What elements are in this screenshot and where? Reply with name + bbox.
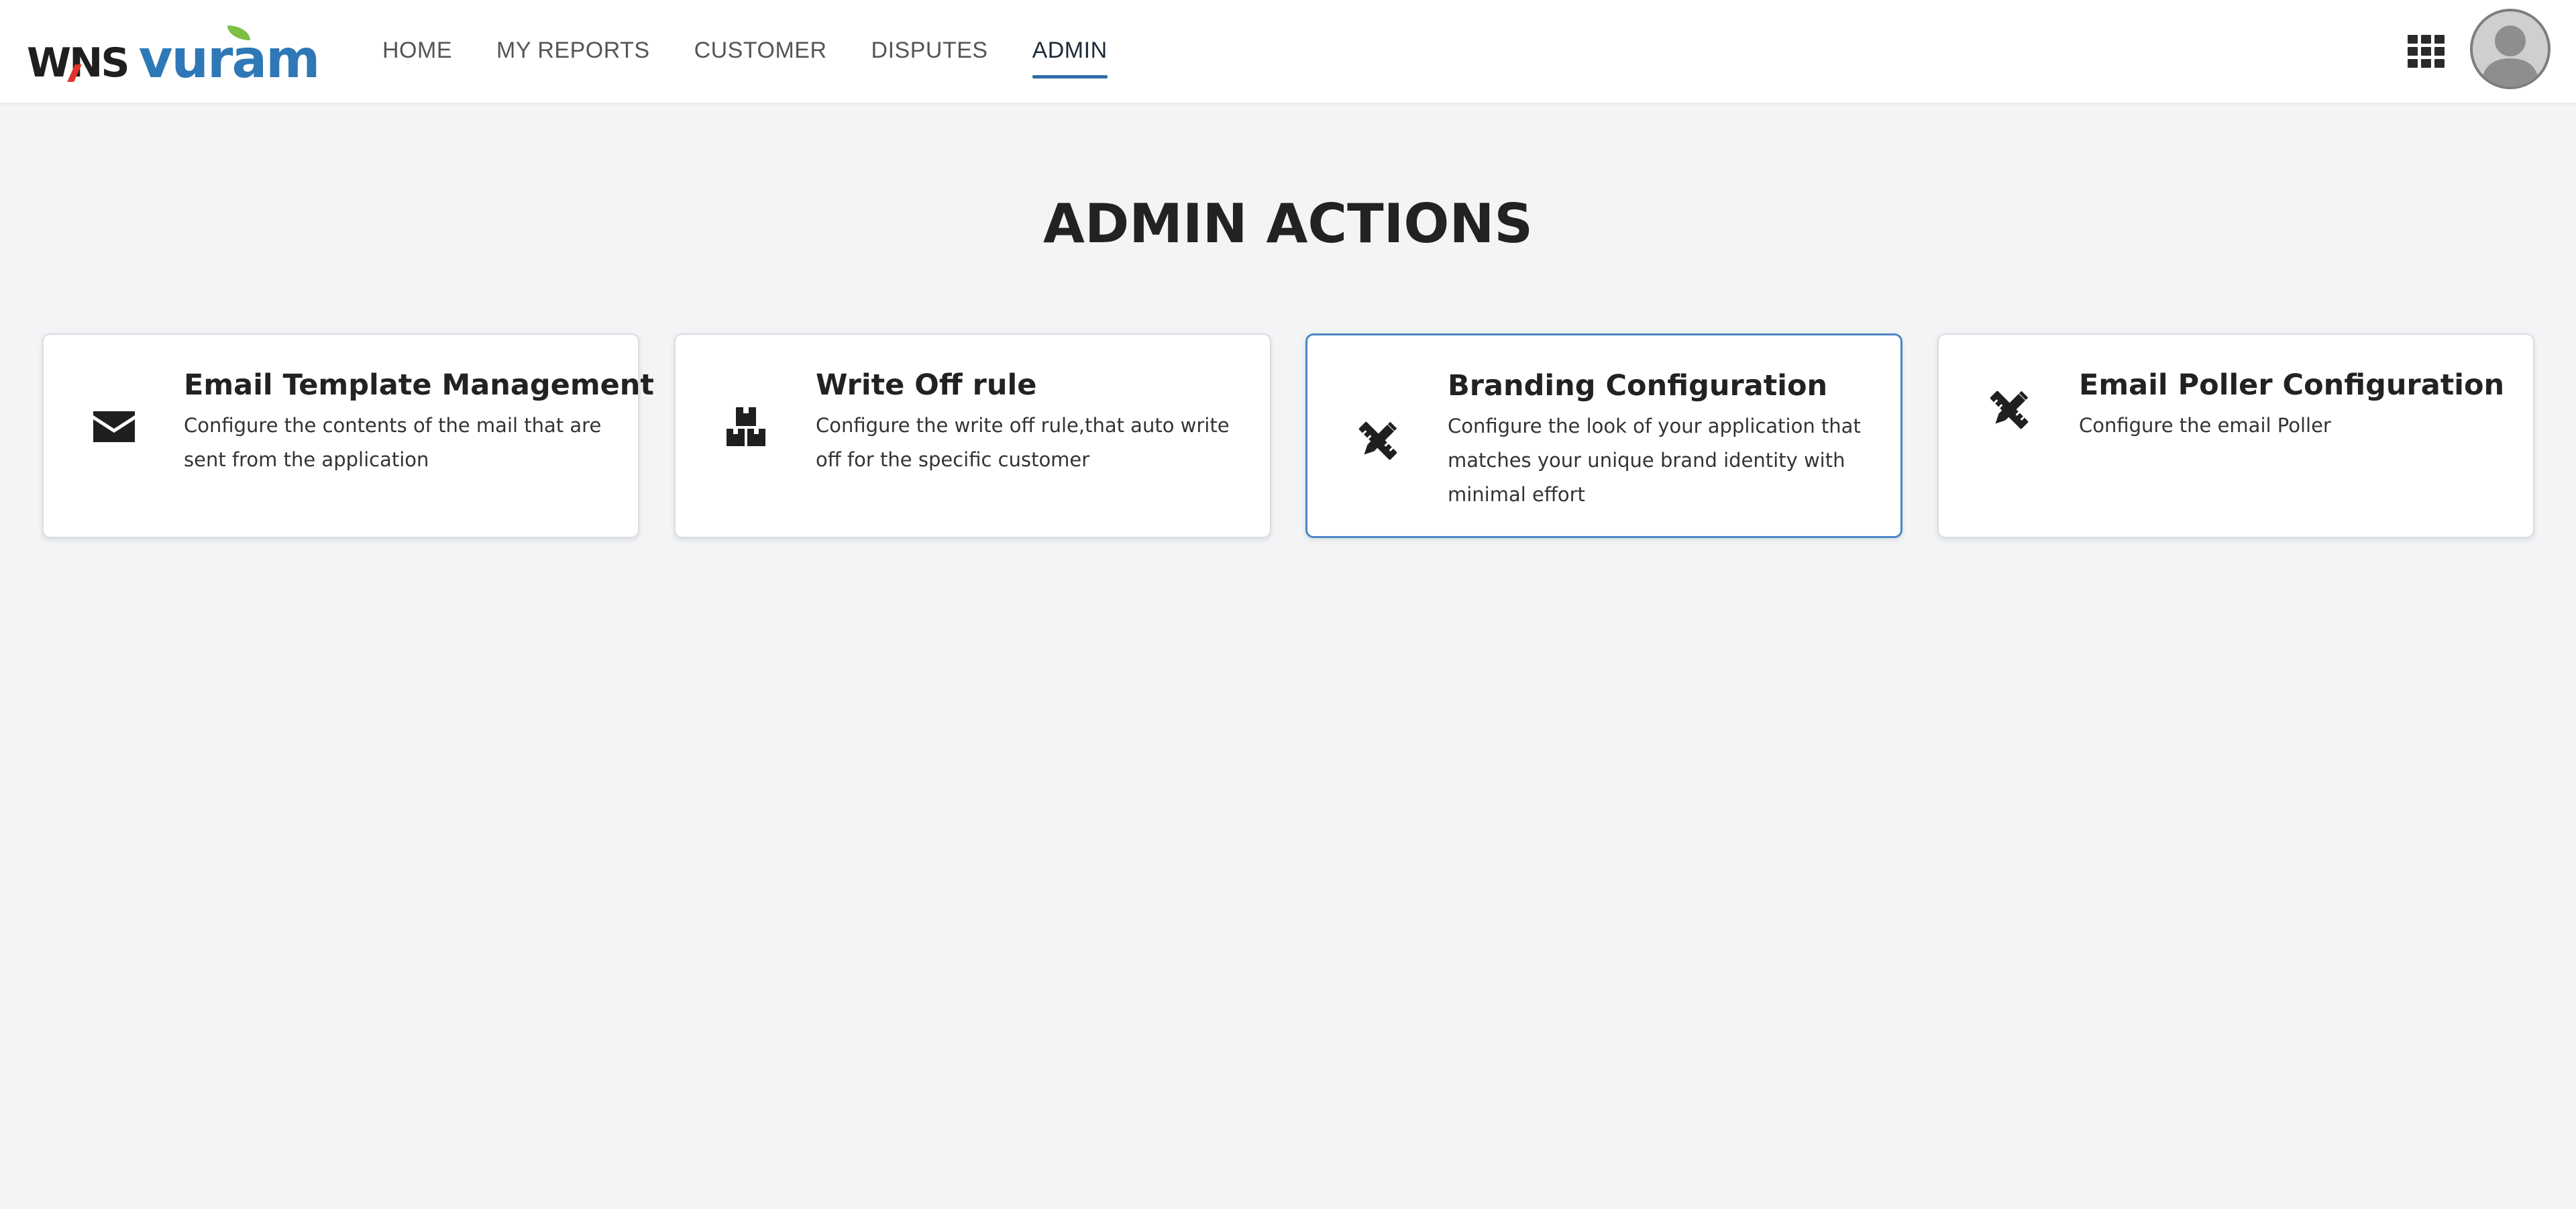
pencil-ruler-icon: [1990, 390, 2029, 429]
card-branding-configuration[interactable]: Branding Configuration Configure the loo…: [1305, 333, 1902, 538]
page-title: ADMIN ACTIONS: [1042, 193, 1534, 255]
logo-wns-text: WNS: [27, 40, 130, 87]
envelope-icon: [93, 411, 135, 442]
nav-customer[interactable]: CUSTOMER: [694, 38, 827, 65]
card-description: Configure the look of your application t…: [1448, 415, 1861, 506]
nav-admin[interactable]: ADMIN: [1032, 38, 1108, 78]
card-description: Configure the write off rule,that auto w…: [816, 414, 1230, 471]
card-title: Branding Configuration: [1448, 369, 1828, 403]
logo-vuram-text: vuram: [138, 30, 321, 90]
card-title: Email Poller Configuration: [2079, 368, 2505, 402]
pencil-ruler-icon: [1358, 421, 1397, 460]
main-nav: HOME MY REPORTS CUSTOMER DISPUTES ADMIN: [382, 0, 1108, 103]
nav-home[interactable]: HOME: [382, 38, 452, 65]
wns-vuram-logo[interactable]: WNS vuram: [27, 19, 320, 87]
card-title: Write Off rule: [816, 368, 1037, 402]
user-avatar-icon: [2481, 25, 2540, 87]
nav-my-reports[interactable]: MY REPORTS: [496, 38, 650, 65]
cubes-icon: [727, 407, 765, 446]
card-email-template-management[interactable]: Email Template Management Configure the …: [42, 333, 654, 538]
nav-disputes[interactable]: DISPUTES: [871, 38, 988, 65]
logo-vuram: vuram: [139, 25, 320, 86]
card-description: Configure the contents of the mail that …: [184, 414, 602, 471]
card-title: Email Template Management: [184, 368, 654, 402]
logo-wns: WNS: [27, 40, 130, 87]
card-write-off-rule[interactable]: Write Off rule Configure the write off r…: [674, 333, 1271, 538]
card-email-poller-configuration[interactable]: Email Poller Configuration Configure the…: [1937, 333, 2534, 538]
top-header: WNS vuram HOME MY REPORTS CUSTOMER DISPU…: [0, 0, 2576, 103]
user-avatar[interactable]: [2470, 9, 2551, 89]
card-description: Configure the email Poller: [2079, 414, 2331, 437]
grid-apps-icon[interactable]: [2408, 35, 2445, 68]
